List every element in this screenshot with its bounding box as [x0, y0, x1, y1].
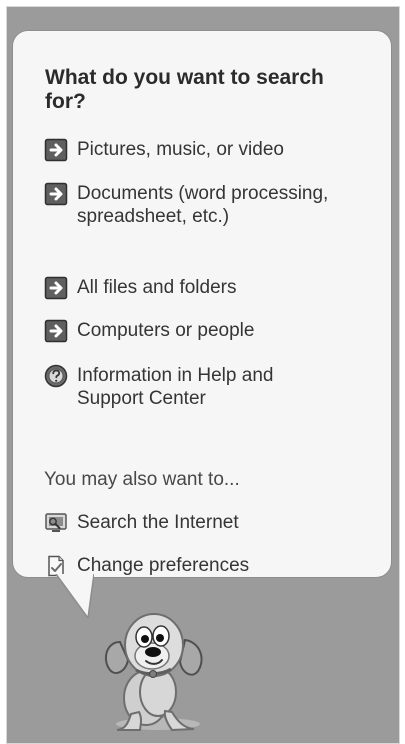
- option-change-preferences-label: Change preferences: [77, 555, 250, 576]
- option-all-files-folders[interactable]: All files and folders: [44, 276, 364, 300]
- option-pictures-music-video[interactable]: Pictures, music, or video: [44, 138, 364, 162]
- option-all-files-folders-label: All files and folders: [77, 277, 237, 298]
- search-bubble: What do you want to search for? Pictures…: [12, 30, 392, 578]
- option-computers-people-label: Computers or people: [77, 320, 255, 341]
- option-search-internet-label: Search the Internet: [77, 512, 239, 533]
- arrow-right-icon: [44, 319, 68, 343]
- option-documents-label: Documents (word processing, spreadsheet,…: [77, 183, 329, 227]
- search-question: What do you want to search for?: [45, 66, 324, 113]
- arrow-right-icon: [44, 276, 68, 300]
- help-icon: [44, 364, 68, 388]
- arrow-right-icon: [44, 138, 68, 162]
- option-help-support-label: Information in Help and Support Center: [77, 365, 274, 409]
- option-documents[interactable]: Documents (word processing, spreadsheet,…: [44, 182, 364, 228]
- option-search-internet[interactable]: Search the Internet: [44, 511, 364, 535]
- option-computers-people[interactable]: Computers or people: [44, 319, 364, 343]
- option-pictures-music-video-label: Pictures, music, or video: [77, 139, 284, 160]
- arrow-right-icon: [44, 182, 68, 206]
- search-companion-dog-icon[interactable]: [98, 600, 218, 732]
- also-heading: You may also want to...: [44, 469, 240, 490]
- option-help-support[interactable]: Information in Help and Support Center: [44, 364, 364, 410]
- speech-bubble-tail: [55, 574, 94, 618]
- internet-search-icon: [44, 511, 68, 535]
